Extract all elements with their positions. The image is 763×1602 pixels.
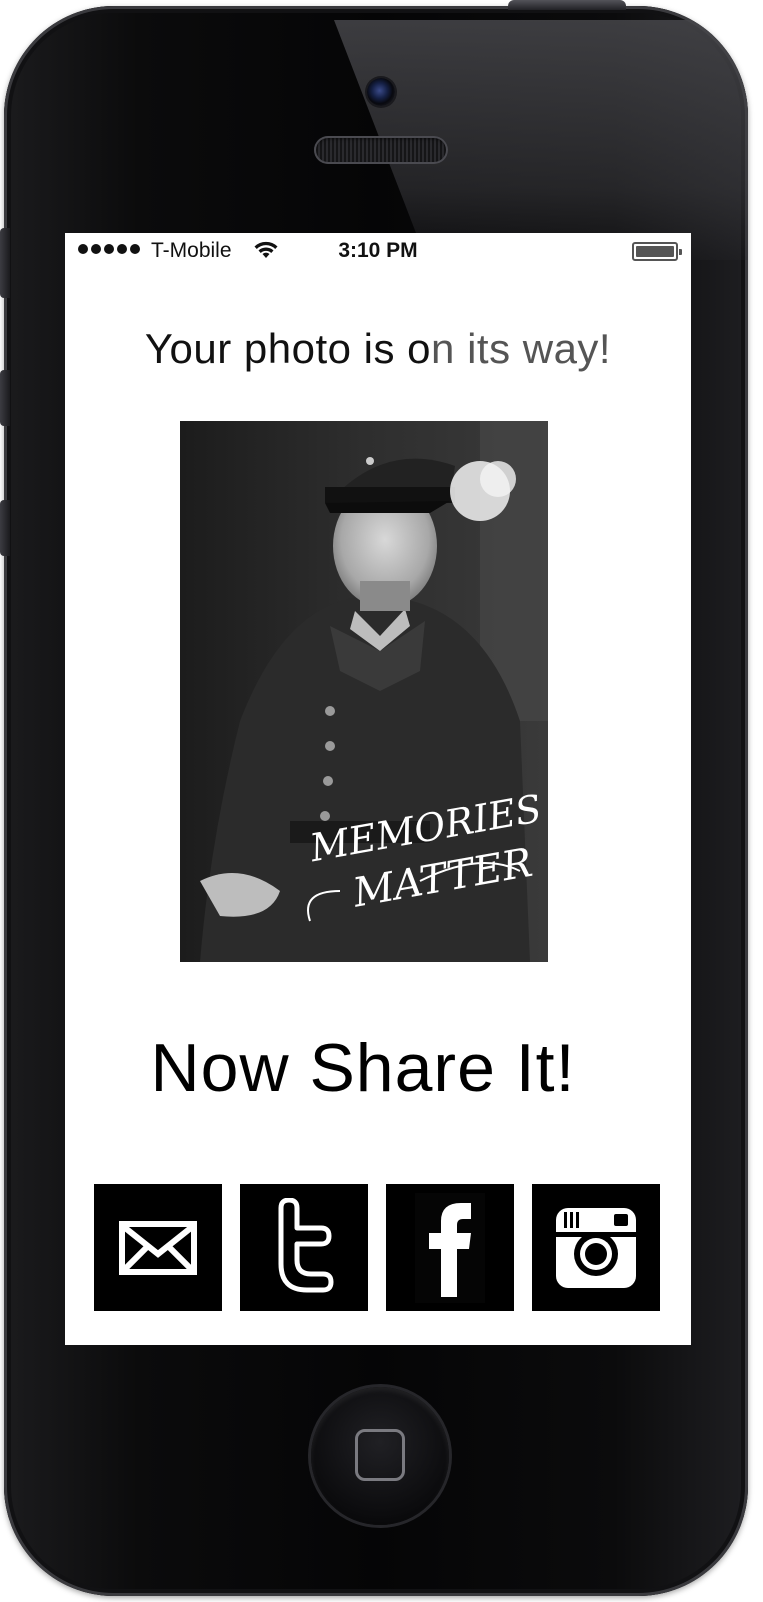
instagram-icon [556, 1207, 636, 1288]
share-instagram-button[interactable] [532, 1184, 660, 1311]
earpiece-speaker [314, 136, 448, 164]
sleep-wake-button[interactable] [508, 0, 626, 10]
app-screen: T-Mobile 3:10 PM Your photo is on its wa… [65, 233, 691, 1345]
front-camera [367, 78, 395, 106]
facebook-icon [415, 1192, 485, 1303]
share-email-button[interactable] [94, 1184, 222, 1311]
battery-icon [632, 242, 682, 261]
status-bar: T-Mobile 3:10 PM [65, 233, 691, 271]
share-facebook-button[interactable] [386, 1184, 514, 1311]
twitter-icon [269, 1197, 339, 1298]
share-twitter-button[interactable] [240, 1184, 368, 1311]
envelope-icon [116, 1215, 200, 1280]
share-buttons-row [94, 1184, 660, 1311]
mute-switch[interactable] [0, 228, 10, 298]
status-time: 3:10 PM [338, 239, 418, 262]
vintage-portrait-image: MEMORIES MATTER [180, 421, 548, 962]
phone-frame: T-Mobile 3:10 PM Your photo is on its wa… [4, 6, 748, 1596]
confirmation-heading: Your photo is on its way! [65, 325, 691, 373]
heading-text-light: n its way! [431, 325, 612, 372]
home-square-icon [355, 1429, 405, 1481]
share-title: Now Share It! [150, 1030, 576, 1106]
uploaded-photo: MEMORIES MATTER [180, 421, 548, 962]
volume-up-button[interactable] [0, 370, 10, 426]
volume-down-button[interactable] [0, 500, 10, 556]
home-button[interactable] [311, 1387, 449, 1525]
heading-text-dark: Your photo is o [144, 325, 432, 372]
